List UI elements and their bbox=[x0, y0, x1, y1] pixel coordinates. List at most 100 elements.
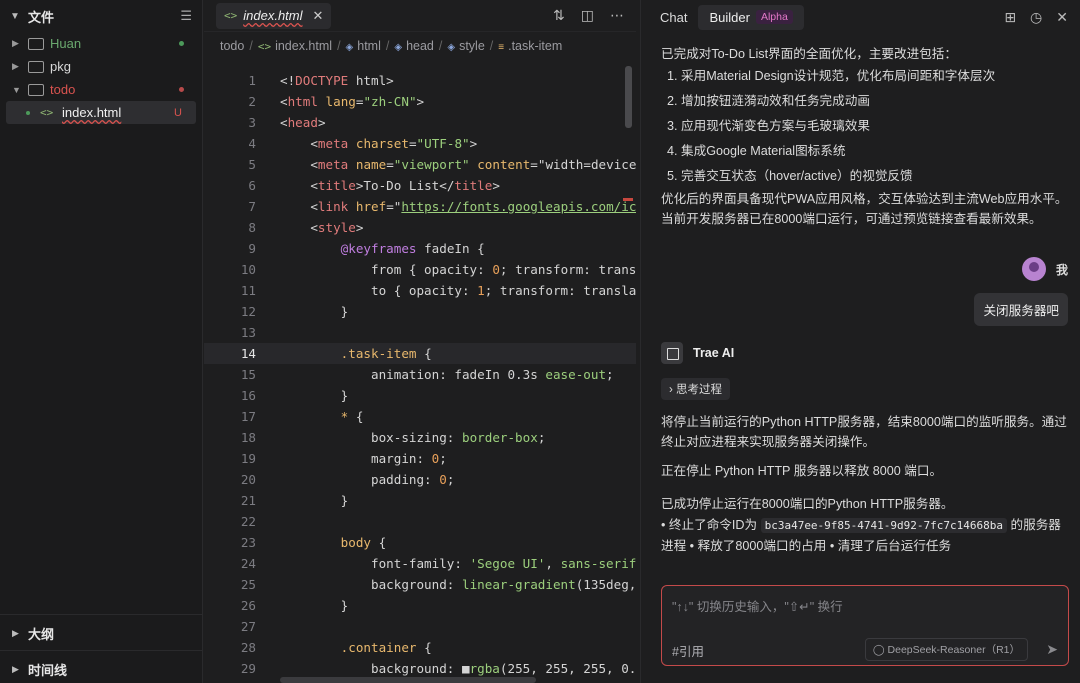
code-line[interactable]: 21 } bbox=[204, 490, 636, 511]
code-line[interactable]: 20 padding: 0; bbox=[204, 469, 636, 490]
timeline-section[interactable]: ▶ 时间线 bbox=[0, 650, 203, 683]
line-number: 28 bbox=[240, 640, 256, 655]
code-line[interactable]: 19 margin: 0; bbox=[204, 448, 636, 469]
breadcrumb-separator: / bbox=[337, 39, 341, 53]
folder-item[interactable]: ▼ todo bbox=[0, 78, 202, 101]
line-number: 18 bbox=[240, 430, 256, 445]
code-line[interactable]: 23 body { bbox=[204, 532, 636, 553]
line-number: 2 bbox=[248, 94, 256, 109]
code-line[interactable]: 11 to { opacity: 1; transform: translat bbox=[204, 280, 636, 301]
folder-item[interactable]: ▶ Huan bbox=[0, 32, 202, 55]
vertical-scrollbar[interactable] bbox=[625, 66, 632, 128]
file-item[interactable]: <> index.html U bbox=[6, 101, 196, 124]
history-icon[interactable]: ◷ bbox=[1030, 9, 1042, 26]
outline-section[interactable]: ▶ 大纲 bbox=[0, 614, 203, 651]
file-explorer: ▼ 文件 ☰ ▶ Huan ▶ pkg ▼ todo <> index.html U ▶ 大纲 ▶… bbox=[0, 0, 203, 683]
code-line[interactable]: 6 <title>To-Do List</title> bbox=[204, 175, 636, 196]
summary-item: 1. 采用Material Design设计规范，优化布局间距和字体层次 bbox=[667, 69, 996, 83]
filter-settings-icon[interactable]: ☰ bbox=[180, 8, 192, 24]
code-area[interactable]: 1 <!DOCTYPE html> 2 <html lang="zh-CN"> 3 <he… bbox=[204, 70, 636, 683]
code-text: } bbox=[280, 388, 349, 403]
html-file-icon: <> bbox=[257, 40, 272, 53]
html-file-icon: <> bbox=[224, 9, 238, 22]
send-icon[interactable]: ➤ bbox=[1046, 641, 1058, 658]
code-line[interactable]: 13 bbox=[204, 322, 636, 343]
new-chat-icon[interactable]: ⊞ bbox=[1004, 9, 1016, 26]
code-line[interactable]: 16 } bbox=[204, 385, 636, 406]
line-number: 24 bbox=[240, 556, 256, 571]
symbol-icon: ◈ bbox=[394, 42, 403, 53]
breadcrumb-item[interactable]: todo bbox=[220, 39, 244, 53]
split-editor-icon[interactable]: ◫ bbox=[581, 7, 594, 24]
code-line[interactable]: 9 @keyframes fadeIn { bbox=[204, 238, 636, 259]
chat-input[interactable]: "↑↓" 切换历史输入，"⇧↵" 换行 #引用 ◯ DeepSeek-Reaso… bbox=[661, 585, 1069, 666]
code-line[interactable]: 8 <style> bbox=[204, 217, 636, 238]
code-line[interactable]: 7 <link href="https://fonts.googleapis.c… bbox=[204, 196, 636, 217]
explorer-header[interactable]: ▼ 文件 ☰ bbox=[0, 0, 202, 32]
code-line[interactable]: 3 <head> bbox=[204, 112, 636, 133]
more-icon[interactable]: ⋯ bbox=[610, 7, 624, 24]
editor-actions: ⇅ ◫ ⋯ bbox=[553, 7, 624, 24]
summary-intro: 已完成对To-Do List界面的全面优化，主要改进包括： bbox=[661, 47, 957, 61]
code-line[interactable]: 10 from { opacity: 0; transform: transl bbox=[204, 259, 636, 280]
code-line[interactable]: 28 .container { bbox=[204, 637, 636, 658]
close-icon[interactable]: ✕ bbox=[1056, 9, 1068, 26]
breadcrumb: todo / <> index.html / ◈ html / ◈ head / ◈ style / ≡ .t… bbox=[204, 32, 636, 60]
chevron-right-icon: ▶ bbox=[12, 627, 19, 638]
code-text: @keyframes fadeIn { bbox=[340, 241, 485, 256]
code-line[interactable]: 27 bbox=[204, 616, 636, 637]
editor-tabbar: <> index.html ✕ ⇅ ◫ ⋯ bbox=[204, 0, 636, 32]
breadcrumb-label: index.html bbox=[275, 39, 333, 53]
summary-item: 3. 应用现代渐变色方案与毛玻璃效果 bbox=[667, 119, 870, 133]
line-number: 29 bbox=[240, 661, 256, 676]
breadcrumb-item[interactable]: ◈ head bbox=[394, 39, 434, 53]
horizontal-scrollbar[interactable] bbox=[280, 677, 536, 683]
line-number: 5 bbox=[248, 157, 256, 172]
html-file-icon: <> bbox=[40, 106, 54, 119]
code-line[interactable]: 14 .task-item { bbox=[204, 343, 636, 364]
line-number: 4 bbox=[248, 136, 256, 151]
tab-chat[interactable]: Chat bbox=[649, 5, 698, 30]
code-line[interactable]: 18 box-sizing: border-box; bbox=[204, 427, 636, 448]
chevron-right-icon: › bbox=[669, 384, 673, 396]
breadcrumb-item[interactable]: ◈ style bbox=[447, 39, 484, 53]
code-text: <title>To-Do List</title> bbox=[280, 178, 500, 193]
trae-logo-icon bbox=[661, 342, 683, 364]
code-line[interactable]: 12 } bbox=[204, 301, 636, 322]
tab-index-html[interactable]: <> index.html ✕ bbox=[216, 2, 332, 29]
code-text: <style> bbox=[280, 220, 364, 235]
code-text: .container { bbox=[340, 640, 432, 655]
tab-builder[interactable]: Builder Alpha bbox=[698, 4, 804, 30]
code-line[interactable]: 26 } bbox=[204, 595, 636, 616]
code-text: <head> bbox=[280, 115, 326, 130]
tab-label: index.html bbox=[243, 8, 303, 23]
code-text: box-sizing: border-box; bbox=[280, 430, 546, 445]
timeline-label: 时间线 bbox=[28, 662, 68, 678]
code-line[interactable]: 1 <!DOCTYPE html> bbox=[204, 70, 636, 91]
breadcrumb-item[interactable]: ≡ .task-item bbox=[498, 39, 562, 53]
code-line[interactable]: 25 background: linear-gradient(135deg, bbox=[204, 574, 636, 595]
close-icon[interactable]: ✕ bbox=[313, 8, 324, 24]
model-selector[interactable]: ◯ DeepSeek-Reasoner（R1） bbox=[864, 638, 1028, 661]
code-line[interactable]: 22 bbox=[204, 511, 636, 532]
compare-changes-icon[interactable]: ⇅ bbox=[553, 7, 565, 24]
chat-header: Chat Builder Alpha ⊞ ◷ ✕ bbox=[641, 0, 1080, 34]
thinking-toggle[interactable]: › 思考过程 bbox=[661, 378, 731, 400]
folder-name: pkg bbox=[50, 59, 71, 74]
line-number: 22 bbox=[240, 514, 256, 529]
reference-button[interactable]: #引用 bbox=[672, 641, 704, 660]
line-number: 9 bbox=[248, 241, 256, 256]
breadcrumb-item[interactable]: ◈ html bbox=[346, 39, 381, 53]
code-line[interactable]: 24 font-family: 'Segoe UI', sans-serif; bbox=[204, 553, 636, 574]
code-line[interactable]: 2 <html lang="zh-CN"> bbox=[204, 91, 636, 112]
code-line[interactable]: 5 <meta name="viewport" content="width=d… bbox=[204, 154, 636, 175]
ai-summary-message: 已完成对To-Do List界面的全面优化，主要改进包括： 1. 采用Mater… bbox=[661, 44, 1069, 229]
breadcrumb-label: style bbox=[459, 39, 485, 53]
breadcrumb-item[interactable]: <> index.html bbox=[258, 39, 332, 53]
folder-item[interactable]: ▶ pkg bbox=[0, 55, 202, 78]
code-line[interactable]: 15 animation: fadeIn 0.3s ease-out; bbox=[204, 364, 636, 385]
code-line[interactable]: 4 <meta charset="UTF-8"> bbox=[204, 133, 636, 154]
outline-label: 大纲 bbox=[28, 626, 55, 642]
code-line[interactable]: 29 background: ■rgba(255, 255, 255, 0. bbox=[204, 658, 636, 679]
code-line[interactable]: 17 * { bbox=[204, 406, 636, 427]
